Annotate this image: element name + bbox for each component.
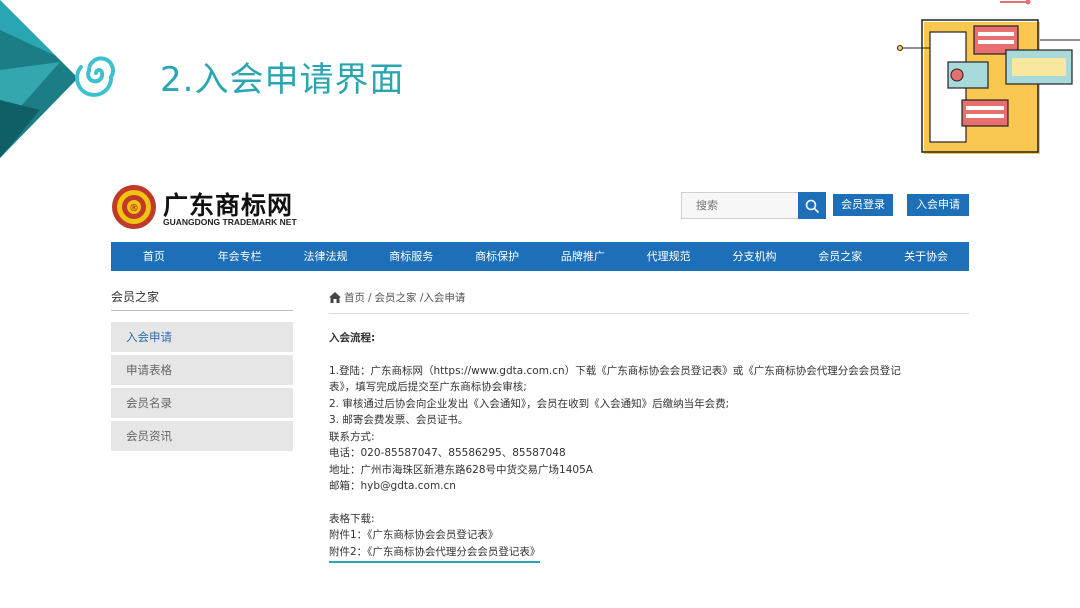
contact-title: 联系方式:	[329, 430, 375, 443]
download-title: 表格下载:	[329, 512, 375, 525]
browser-illustration-icon	[897, 0, 1080, 154]
nav-item-brand[interactable]: 品牌推广	[540, 242, 626, 271]
member-login-button[interactable]: 会员登录	[833, 194, 893, 216]
breadcrumb-separator: /	[368, 291, 372, 304]
contact-address: 地址：广州市海珠区新港东路628号中货交易广场1405A	[329, 463, 593, 476]
contact-phone: 电话：020-85587047、85586295、85587048	[329, 447, 566, 459]
nav-item-members[interactable]: 会员之家	[797, 242, 883, 271]
process-step-1a: 1.登陆：广东商标网（https://www.gdta.com.cn）下载《广东…	[329, 364, 901, 377]
site-logo-english: GUANGDONG TRADEMARK NET	[163, 217, 297, 227]
nav-item-services[interactable]: 商标服务	[368, 242, 454, 271]
svg-text:®: ®	[129, 203, 139, 214]
nav-item-branches[interactable]: 分支机构	[712, 242, 798, 271]
process-title: 入会流程:	[329, 332, 376, 344]
nav-item-home[interactable]: 首页	[111, 242, 197, 271]
sidebar-title: 会员之家	[111, 288, 293, 311]
slide-title: 2.入会申请界面	[160, 60, 405, 100]
corner-decoration	[0, 0, 78, 158]
breadcrumb-home[interactable]: 首页	[344, 290, 365, 305]
spiral-icon	[75, 56, 115, 97]
main-content: 首页 / 会员之家 /入会申请 入会流程: 1.登陆：广东商标网（https:/…	[329, 290, 969, 563]
search-icon	[805, 199, 819, 213]
sidebar-item-news[interactable]: 会员资讯	[111, 421, 293, 451]
search-button[interactable]	[798, 192, 826, 219]
process-step-1b: 表》，填写完成后提交至广东商标协会审核;	[329, 381, 527, 393]
membership-apply-button[interactable]: 入会申请	[907, 194, 969, 216]
breadcrumb-path[interactable]: 会员之家 /入会申请	[375, 290, 466, 305]
trademark-seal-icon: ®	[112, 185, 156, 229]
sidebar-item-forms[interactable]: 申请表格	[111, 355, 293, 385]
sidebar-item-apply[interactable]: 入会申请	[111, 322, 293, 352]
process-step-3: 3. 邮寄会费发票、会员证书。	[329, 414, 469, 426]
contact-email: 邮箱：hyb@gdta.com.cn	[329, 480, 456, 492]
sidebar: 会员之家 入会申请 申请表格 会员名录 会员资讯	[111, 288, 293, 451]
process-step-2: 2. 审核通过后协会向企业发出《入会通知》，会员在收到《入会通知》后缴纳当年会费…	[329, 397, 730, 410]
nav-item-annual[interactable]: 年会专栏	[197, 242, 283, 271]
site-header: ® 广东商标网 GUANGDONG TRADEMARK NET 会员登录 入会申…	[111, 178, 969, 234]
nav-item-protection[interactable]: 商标保护	[454, 242, 540, 271]
nav-item-laws[interactable]: 法律法规	[283, 242, 369, 271]
nav-item-about[interactable]: 关于协会	[883, 242, 969, 271]
attachment-2-link[interactable]: 附件2：《广东商标协会代理分会会员登记表》	[329, 544, 541, 563]
nav-item-agency[interactable]: 代理规范	[626, 242, 712, 271]
main-nav: 首页 年会专栏 法律法规 商标服务 商标保护 品牌推广 代理规范 分支机构 会员…	[111, 242, 969, 271]
website-mock: ® 广东商标网 GUANGDONG TRADEMARK NET 会员登录 入会申…	[111, 178, 969, 563]
search-input[interactable]	[681, 192, 799, 219]
breadcrumb: 首页 / 会员之家 /入会申请	[329, 290, 969, 314]
home-icon	[329, 292, 341, 303]
attachment-1-link[interactable]: 附件1：《广东商标协会会员登记表》	[329, 527, 969, 544]
sidebar-item-directory[interactable]: 会员名录	[111, 388, 293, 418]
